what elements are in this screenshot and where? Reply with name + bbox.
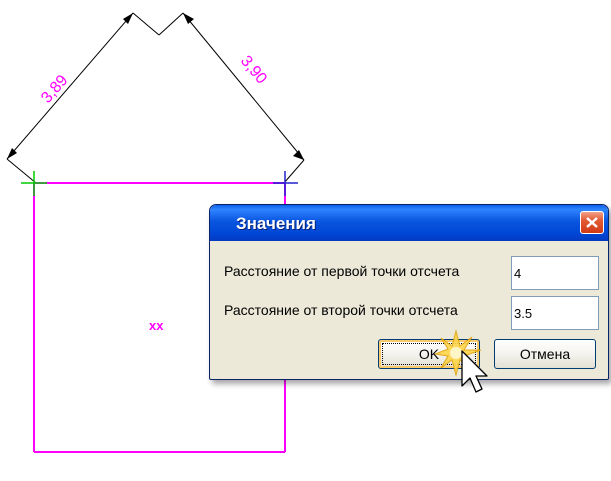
first-distance-label: Расстояние от первой точки отсчета [224, 263, 460, 279]
point-marker-right [273, 171, 298, 196]
dialog-titlebar[interactable]: Значения [210, 205, 608, 241]
point-marker-left [21, 171, 47, 196]
first-distance-input[interactable] [511, 256, 599, 290]
close-button[interactable] [580, 211, 604, 234]
dimension-right [158, 12, 305, 184]
second-distance-input[interactable] [511, 296, 599, 330]
ok-button[interactable]: OK [378, 339, 480, 369]
cancel-button[interactable]: Отмена [494, 339, 596, 369]
dimension-left [6, 12, 160, 184]
dimension-right-label: 3,90 [237, 53, 270, 88]
second-distance-label: Расстояние от второй точки отсчета [224, 302, 458, 318]
close-x-icon [586, 217, 598, 228]
values-dialog: Значения Расстояние от первой точки отсч… [209, 204, 609, 380]
center-marker: xx [149, 318, 164, 333]
dialog-title: Значения [236, 214, 316, 233]
dimension-left-label: 3,89 [38, 72, 71, 107]
